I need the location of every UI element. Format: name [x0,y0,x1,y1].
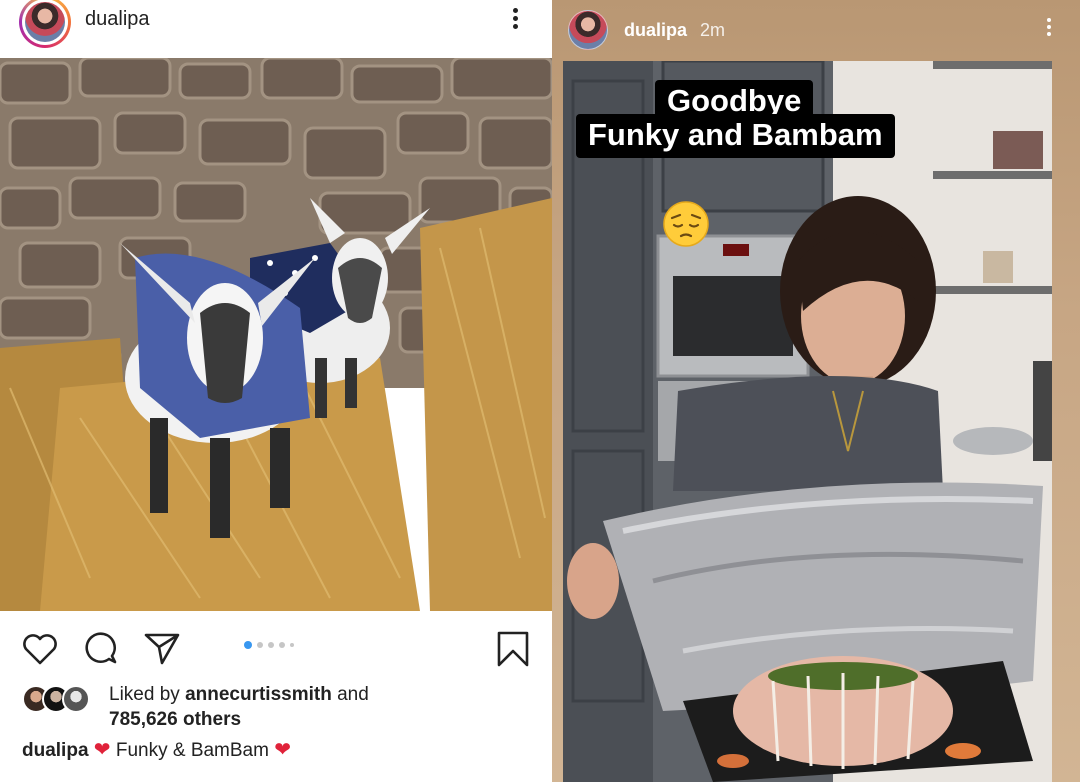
story-image [563,61,1052,782]
post-avatar[interactable] [19,0,71,48]
liker-username[interactable]: annecurtissmith [185,684,332,705]
liker-avatar [62,685,90,713]
likes-count[interactable]: 785,626 others [109,709,241,730]
post-image[interactable] [0,58,552,611]
carousel-dot [257,642,263,648]
more-vertical-icon[interactable] [505,6,525,34]
comment-bubble-icon[interactable] [82,629,122,669]
post-caption: dualipa ❤ Funky & BamBam ❤ [22,737,291,762]
more-vertical-icon[interactable] [1043,18,1055,42]
carousel-dot [279,642,285,648]
heart-outline-icon[interactable] [20,629,60,669]
likes-text: Liked by annecurtissmith and 785,626 oth… [109,682,369,732]
carousel-indicator [244,640,294,650]
likes-summary[interactable]: Liked by annecurtissmith and 785,626 oth… [22,680,542,732]
story-avatar[interactable] [568,10,608,50]
story-view[interactable]: dualipa 2m Goodbye Funky and Bambam [552,0,1080,782]
liked-by-prefix: Liked by [109,684,180,705]
caption-text: Funky & BamBam [115,740,269,761]
paper-plane-icon[interactable] [142,629,182,669]
post-header: dualipa [0,0,552,58]
story-header: dualipa 2m [552,0,1080,61]
story-timestamp: 2m [700,20,726,40]
bookmark-icon[interactable] [494,629,534,669]
feed-post: dualipa Liked by annecurtissmith and 785… [0,0,552,782]
post-username[interactable]: dualipa [85,8,150,31]
carousel-dot [290,643,294,647]
liked-by-and: and [337,684,369,705]
red-heart-emoji: ❤ [93,739,111,761]
story-username[interactable]: dualipa [624,20,687,41]
red-heart-emoji: ❤ [274,739,291,761]
caption-username[interactable]: dualipa [22,740,89,761]
pensive-face-emoji [662,200,710,248]
carousel-dot [268,642,274,648]
carousel-dot-active [244,641,252,649]
story-text-line-2: Funky and Bambam [576,114,895,158]
